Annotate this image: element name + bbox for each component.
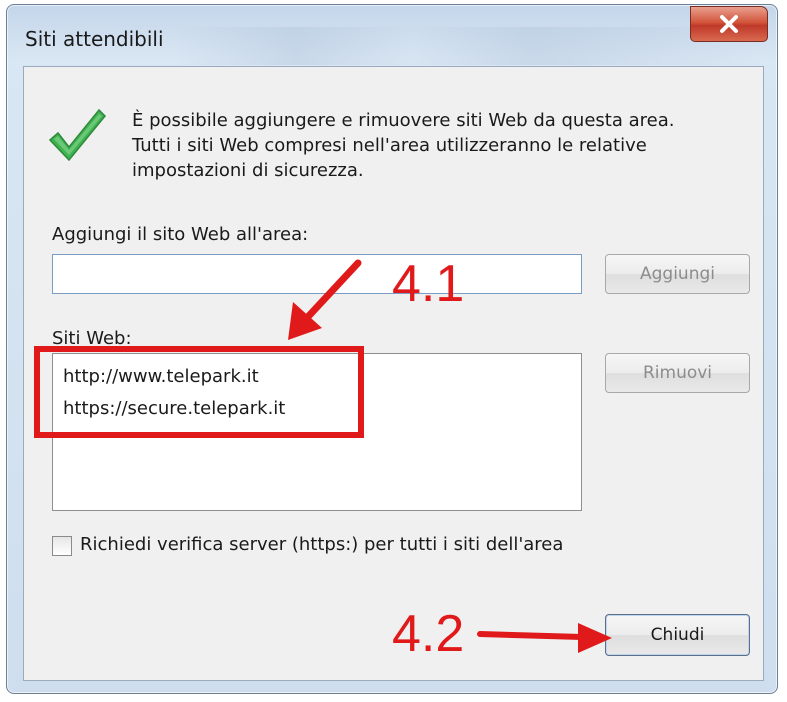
arrow-icon bbox=[477, 623, 612, 653]
arrow-icon bbox=[288, 259, 362, 340]
annotation-arrows bbox=[288, 259, 612, 653]
